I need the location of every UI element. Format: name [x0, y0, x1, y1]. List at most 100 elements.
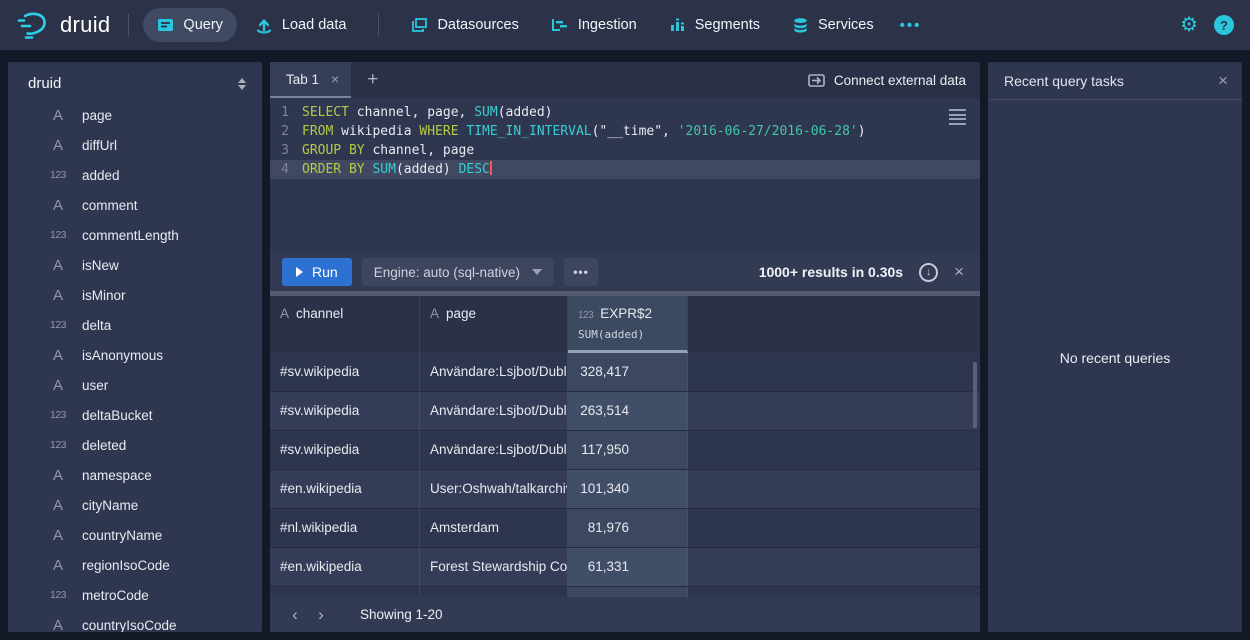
text-cursor [490, 161, 492, 175]
nav-item-label: Load data [282, 17, 347, 33]
cell-sum-added[interactable]: 117,950 [568, 431, 688, 469]
sql-editor[interactable]: 1SELECT channel, page, SUM(added)2FROM w… [270, 98, 980, 253]
settings-gear-icon[interactable]: ⚙ [1180, 15, 1198, 35]
load-data-icon [255, 17, 273, 34]
number-type-icon: 123 [46, 169, 70, 181]
sidebar-column-countryname[interactable]: AcountryName [8, 520, 262, 550]
column-header-expr-2[interactable]: 123EXPR$2SUM(added) [568, 296, 688, 353]
nav-item-services[interactable]: Services [778, 8, 888, 42]
table-scrollbar[interactable] [973, 362, 977, 428]
cell-channel[interactable]: #sv.wikipedia [270, 353, 420, 391]
code-text: GROUP BY channel, page [302, 141, 474, 160]
cell-channel[interactable]: #sv.wikipedia [270, 392, 420, 430]
nav-item-query[interactable]: Query [143, 8, 237, 42]
sidebar-column-cityname[interactable]: AcityName [8, 490, 262, 520]
string-type-icon: A [46, 287, 70, 304]
run-button-label: Run [312, 264, 338, 280]
column-list: ApageAdiffUrl123addedAcomment123commentL… [8, 100, 262, 632]
run-more-button[interactable]: ••• [564, 258, 598, 286]
cell-sum-added[interactable]: 263,514 [568, 392, 688, 430]
run-button[interactable]: Run [282, 258, 352, 286]
sidebar-column-isminor[interactable]: AisMinor [8, 280, 262, 310]
next-page-icon[interactable]: › [308, 606, 334, 623]
more-menu-button[interactable]: ••• [892, 17, 930, 34]
cell-filler [688, 392, 980, 430]
nav-item-datasources[interactable]: Datasources [397, 8, 532, 42]
string-type-icon: A [46, 467, 70, 484]
sidebar-column-commentlength[interactable]: 123commentLength [8, 220, 262, 250]
cell-channel[interactable] [270, 587, 420, 597]
cell-sum-added[interactable]: 61,331 [568, 548, 688, 586]
line-number: 2 [270, 122, 302, 141]
download-results-icon[interactable]: ↓ [919, 263, 938, 282]
column-header-page[interactable]: Apage [420, 296, 568, 353]
code-line-2[interactable]: 2FROM wikipedia WHERE TIME_IN_INTERVAL("… [270, 122, 980, 141]
nav-item-ingestion[interactable]: Ingestion [537, 8, 651, 42]
column-name: isMinor [82, 288, 126, 303]
nav-item-load-data[interactable]: Load data [241, 8, 361, 42]
cell-sum-added[interactable]: 81,976 [568, 509, 688, 547]
cell-channel[interactable]: #nl.wikipedia [270, 509, 420, 547]
table-row: #en.wikipediaForest Stewardship Cou61,33… [270, 548, 980, 587]
tab-1[interactable]: Tab 1 × [270, 62, 351, 98]
cell-sum-added[interactable]: 328,417 [568, 353, 688, 391]
cell-sum-added[interactable]: 101,340 [568, 470, 688, 508]
sidebar-column-delta[interactable]: 123delta [8, 310, 262, 340]
cell-page[interactable] [420, 587, 568, 597]
sidebar-column-metrocode[interactable]: 123metroCode [8, 580, 262, 610]
cell-channel[interactable]: #en.wikipedia [270, 470, 420, 508]
tab-close-icon[interactable]: × [331, 71, 339, 87]
sidebar-column-isnew[interactable]: AisNew [8, 250, 262, 280]
close-results-icon[interactable]: × [954, 262, 964, 282]
column-header-label: EXPR$2 [600, 306, 652, 321]
add-tab-button[interactable]: + [367, 69, 378, 91]
column-name: delta [82, 318, 111, 333]
cell-sum-added[interactable] [568, 587, 688, 597]
prev-page-icon[interactable]: ‹ [282, 606, 308, 623]
string-type-icon: A [46, 197, 70, 214]
cell-channel[interactable]: #en.wikipedia [270, 548, 420, 586]
string-type-icon: A [46, 347, 70, 364]
column-name: metroCode [82, 588, 149, 603]
editor-menu-icon[interactable] [949, 109, 966, 127]
code-line-4[interactable]: 4ORDER BY SUM(added) DESC [270, 160, 980, 179]
sidebar-column-isanonymous[interactable]: AisAnonymous [8, 340, 262, 370]
cell-channel[interactable]: #sv.wikipedia [270, 431, 420, 469]
cell-page[interactable]: Amsterdam [420, 509, 568, 547]
cell-page[interactable]: Användare:Lsjbot/Duble [420, 353, 568, 391]
help-icon[interactable]: ? [1214, 15, 1234, 35]
cell-page[interactable]: Användare:Lsjbot/Duble [420, 392, 568, 430]
cell-page[interactable]: User:Oshwah/talkarchiv [420, 470, 568, 508]
engine-select[interactable]: Engine: auto (sql-native) [362, 258, 554, 286]
column-name: deltaBucket [82, 408, 153, 423]
tasks-panel-close-icon[interactable]: × [1218, 71, 1228, 91]
sidebar-column-countryisocode[interactable]: AcountryIsoCode [8, 610, 262, 632]
sidebar-column-comment[interactable]: Acomment [8, 190, 262, 220]
sidebar-column-regionisocode[interactable]: AregionIsoCode [8, 550, 262, 580]
sidebar-column-namespace[interactable]: Anamespace [8, 460, 262, 490]
connect-external-data-button[interactable]: Connect external data [808, 73, 966, 88]
sidebar-column-deltabucket[interactable]: 123 deltaBucket [8, 400, 262, 430]
number-type-icon: 123 [46, 409, 70, 421]
sidebar-column-deleted[interactable]: 123deleted [8, 430, 262, 460]
code-line-3[interactable]: 3GROUP BY channel, page [270, 141, 980, 160]
string-type-icon: A [46, 377, 70, 394]
druid-logo[interactable]: druid [16, 10, 110, 40]
cell-filler [688, 431, 980, 469]
code-text: ORDER BY SUM(added) DESC [302, 160, 492, 179]
cell-page[interactable]: Forest Stewardship Cou [420, 548, 568, 586]
column-header-channel[interactable]: Achannel [270, 296, 420, 353]
segments-icon [669, 17, 686, 33]
code-line-1[interactable]: 1SELECT channel, page, SUM(added) [270, 103, 980, 122]
cell-page[interactable]: Användare:Lsjbot/Duble [420, 431, 568, 469]
results-table-body: #sv.wikipediaAnvändare:Lsjbot/Duble328,4… [270, 353, 980, 597]
sidebar-column-diffurl[interactable]: AdiffUrl [8, 130, 262, 160]
nav-item-label: Ingestion [578, 17, 637, 33]
number-type-icon: 123 [46, 439, 70, 451]
line-number: 1 [270, 103, 302, 122]
sort-columns-icon[interactable] [238, 78, 246, 90]
sidebar-column-page[interactable]: Apage [8, 100, 262, 130]
nav-item-segments[interactable]: Segments [655, 8, 774, 42]
sidebar-column-added[interactable]: 123added [8, 160, 262, 190]
sidebar-column-user[interactable]: Auser [8, 370, 262, 400]
